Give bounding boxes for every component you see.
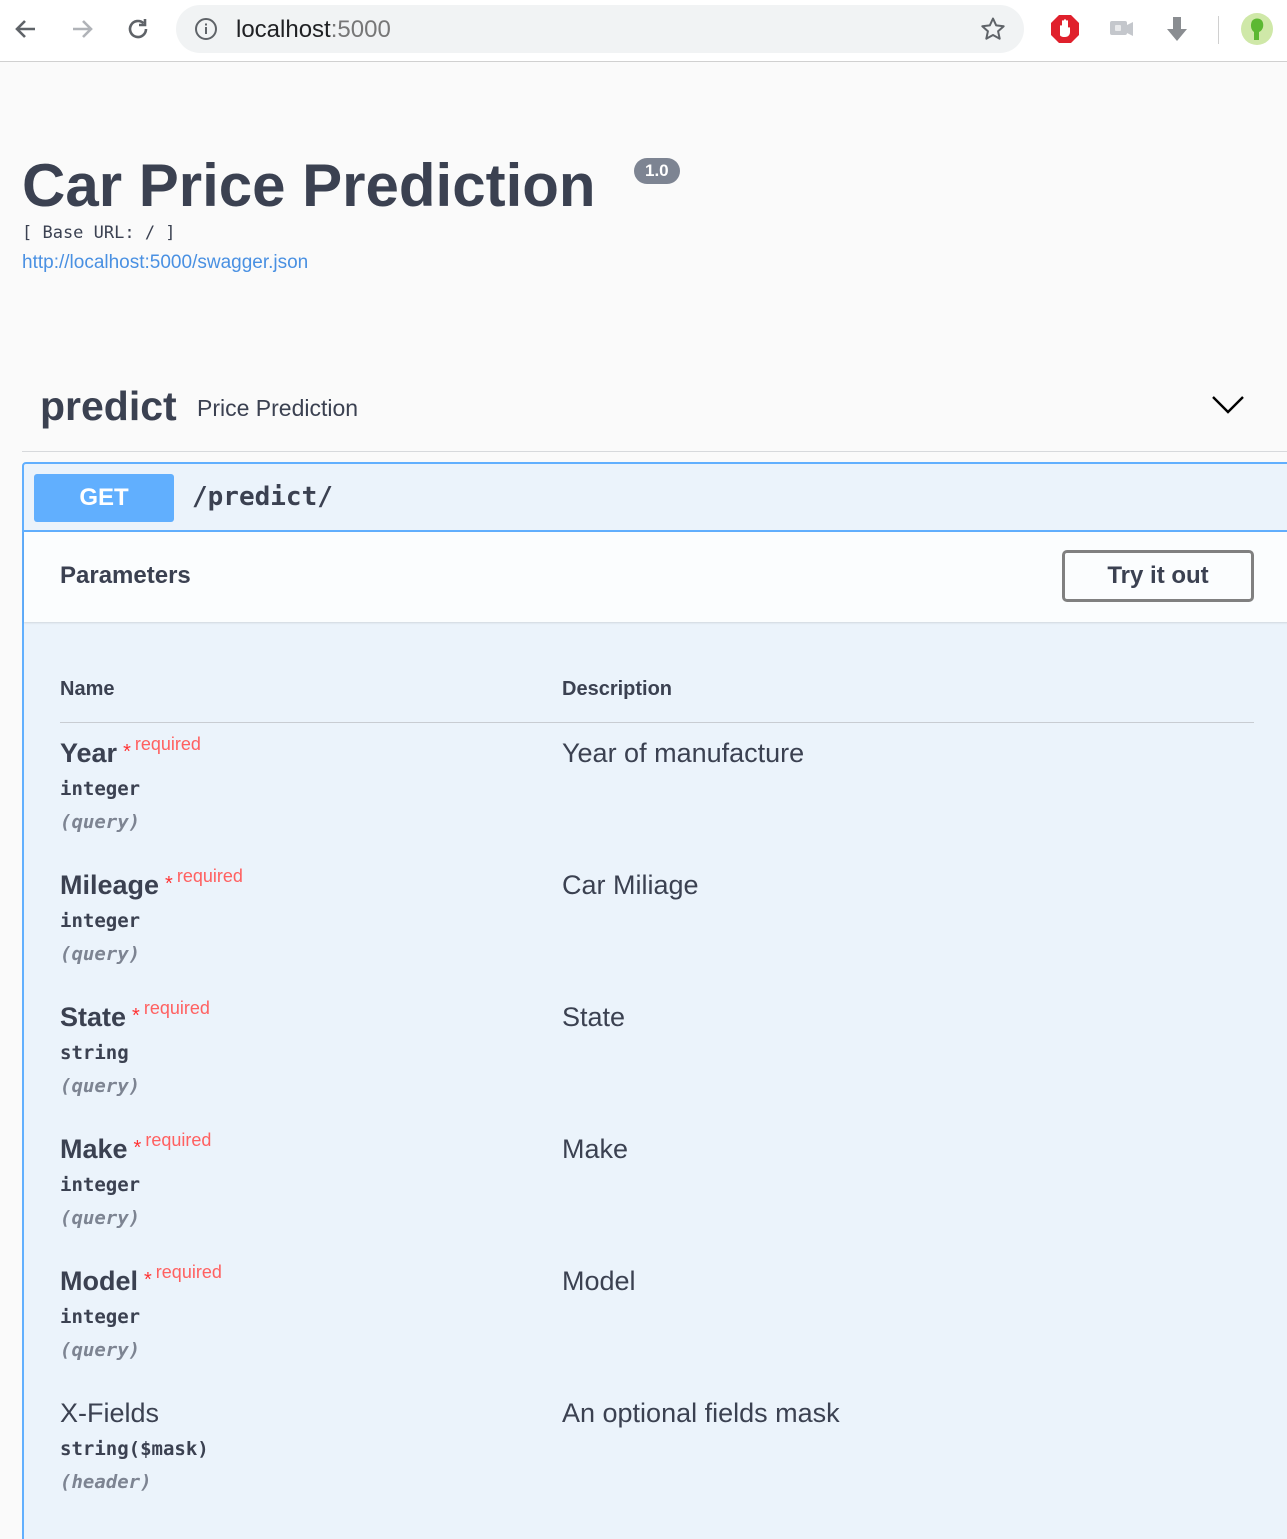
parameter-type: integer (60, 1306, 141, 1328)
parameter-location: (query) (60, 943, 141, 965)
info-title-row: Car Price Prediction 1.0 (22, 148, 680, 224)
base-url: [ Base URL: / ] (22, 223, 176, 243)
parameter-type: integer (60, 778, 141, 800)
parameter-row-year: Year * required integer (query) Year of ma… (60, 734, 1254, 870)
parameter-name: State * required (60, 998, 210, 1033)
parameter-name: X-Fields (60, 1398, 159, 1429)
address-bar[interactable]: localhost:5000 (176, 5, 1024, 53)
star-icon[interactable] (980, 16, 1006, 42)
parameter-description: Make (562, 1134, 629, 1164)
parameter-location: (query) (60, 1339, 141, 1361)
version-badge: 1.0 (634, 158, 680, 184)
parameter-row-state: State * required string (query) State (60, 998, 1254, 1134)
url-text[interactable]: localhost:5000 (236, 17, 391, 43)
operation-summary[interactable]: GET /predict/ (24, 464, 1287, 532)
required-star: * (144, 1269, 152, 1291)
operation-path: /predict/ (192, 482, 333, 512)
parameter-location: (query) (60, 1075, 141, 1097)
parameter-row-model: Model * required integer (query) Model (60, 1262, 1254, 1398)
parameter-name-text: Model (60, 1266, 138, 1296)
parameter-row-make: Make * required integer (query) Make (60, 1130, 1254, 1266)
required-label: required (145, 1130, 212, 1150)
download-arrow-icon (1167, 17, 1187, 41)
parameter-type: string($mask) (60, 1438, 209, 1460)
chat-extension-icon (1110, 21, 1133, 36)
try-it-out-button[interactable]: Try it out (1062, 550, 1254, 602)
back-button[interactable] (9, 10, 43, 48)
back-arrow-icon (15, 20, 35, 38)
required-star: * (165, 873, 173, 895)
tag-name: predict (40, 383, 177, 429)
required-star: * (123, 741, 131, 763)
stop-hand-icon (1051, 15, 1079, 43)
parameter-description: Model (562, 1266, 636, 1296)
required-label: required (155, 1262, 222, 1282)
forward-button[interactable] (65, 10, 99, 48)
parameter-description: State (562, 1002, 626, 1032)
download-extension-button[interactable] (1160, 12, 1194, 46)
required-label: required (143, 998, 210, 1018)
parameter-description: An optional fields mask (562, 1398, 840, 1428)
required-label: required (176, 866, 243, 886)
parameter-name-text: Year (60, 738, 118, 768)
required-star: * (133, 1137, 142, 1159)
required-label: required (134, 734, 201, 754)
browser-toolbar: localhost:5000 (0, 0, 1287, 62)
parameter-description: Car Miliage (562, 870, 699, 900)
parameter-name-text: X-Fields (60, 1398, 160, 1428)
info-icon[interactable] (194, 17, 218, 41)
reload-icon (128, 19, 148, 39)
required-star: * (132, 1005, 140, 1027)
tag-header-predict[interactable]: predict Price Prediction (22, 370, 1287, 452)
parameter-name-text: Mileage (60, 870, 160, 900)
parameters-table-header: Name Description (60, 678, 1254, 723)
parameter-name: Mileage * required (60, 866, 243, 901)
parameter-name: Model * required (60, 1262, 222, 1297)
column-header-name: Name (60, 678, 115, 700)
chat-extension-button[interactable] (1104, 12, 1138, 46)
http-method-badge: GET (34, 474, 174, 522)
swagger-json-link[interactable]: http://localhost:5000/swagger.json (22, 252, 308, 274)
profile-avatar-icon (1241, 13, 1273, 45)
operation-get-predict: GET /predict/ Parameters Try it out Name… (22, 462, 1287, 1539)
parameter-type: integer (60, 1174, 141, 1196)
parameter-name: Make * required (60, 1130, 211, 1165)
parameter-name: Year * required (60, 734, 201, 769)
adblock-extension-button[interactable] (1048, 12, 1082, 46)
parameter-row-mileage: Mileage * required integer (query) Car Mil… (60, 866, 1254, 1002)
parameter-location: (query) (60, 811, 141, 833)
toolbar-separator (1218, 16, 1219, 44)
page-title: Car Price Prediction (22, 152, 596, 219)
profile-button[interactable] (1240, 12, 1274, 46)
parameter-name-text: State (60, 1002, 127, 1032)
parameter-location: (header) (60, 1471, 152, 1493)
tag-description: Price Prediction (197, 395, 359, 421)
parameter-row-x-fields: X-Fields string($mask) (header) An optio… (60, 1398, 1254, 1530)
url-port: :5000 (330, 16, 391, 43)
parameter-description: Year of manufacture (562, 738, 805, 768)
chevron-down-icon[interactable] (1211, 392, 1245, 418)
column-header-description: Description (562, 678, 673, 700)
url-host: localhost (236, 16, 331, 43)
parameter-type: integer (60, 910, 141, 932)
parameter-name-text: Make (60, 1134, 128, 1164)
reload-button[interactable] (121, 10, 155, 48)
parameter-type: string (60, 1042, 129, 1064)
forward-arrow-icon (73, 20, 93, 38)
parameters-title: Parameters (60, 562, 191, 589)
parameter-location: (query) (60, 1207, 141, 1229)
parameters-section-header: Parameters Try it out (24, 532, 1287, 622)
